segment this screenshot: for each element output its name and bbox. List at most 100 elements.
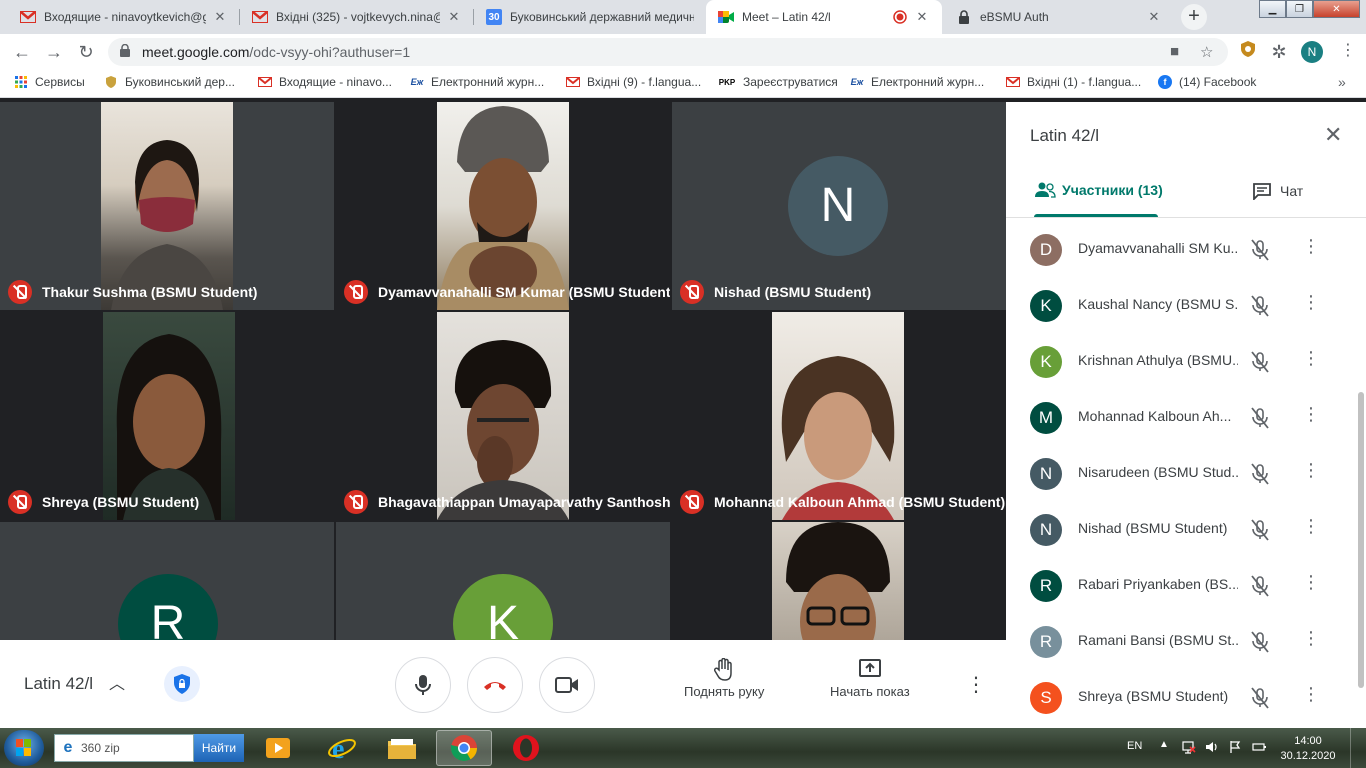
participant-tile[interactable]: Bhagavathiappan Umayaparvathy Santhosh .…	[336, 312, 670, 520]
participant-options-icon[interactable]: ⋮	[1302, 236, 1320, 256]
participant-tile[interactable]: Mohannad Kalboun Ahmad (BSMU Student)	[672, 312, 1006, 520]
chevron-up-icon[interactable]: ︿	[109, 670, 125, 694]
leave-call-button[interactable]	[467, 657, 523, 713]
system-clock[interactable]: 14:00 30.12.2020	[1278, 734, 1338, 764]
close-window-button[interactable]: ✕	[1313, 0, 1360, 18]
meeting-title[interactable]: Latin 42/l	[24, 674, 93, 694]
internet-explorer-app[interactable]: e	[314, 730, 370, 766]
mic-off-icon[interactable]	[1250, 238, 1270, 262]
participant-row[interactable]: N Nishad (BSMU Student) ⋮	[1006, 502, 1354, 558]
extensions-puzzle-icon[interactable]: ✲	[1267, 40, 1291, 64]
participant-row[interactable]: D Dyamavvanahalli SM Ku... ⋮	[1006, 222, 1354, 278]
camera-in-use-icon[interactable]: ■	[1170, 43, 1179, 60]
network-icon[interactable]	[1182, 740, 1196, 754]
close-panel-icon[interactable]: ✕	[1324, 122, 1342, 148]
lock-icon[interactable]	[120, 44, 130, 57]
close-tab-icon[interactable]: ✕	[446, 9, 462, 25]
participant-options-icon[interactable]: ⋮	[1302, 348, 1320, 368]
file-explorer-app[interactable]	[374, 730, 430, 766]
mic-off-icon[interactable]	[1250, 630, 1270, 654]
participant-row[interactable]: K Kaushal Nancy (BSMU S... ⋮	[1006, 278, 1354, 334]
tab-meet[interactable]: Meet – Latin 42/l ✕	[706, 0, 942, 34]
participant-row[interactable]: R Rabari Priyankaben (BS... ⋮	[1006, 558, 1354, 614]
participant-options-icon[interactable]: ⋮	[1302, 460, 1320, 480]
action-center-flag-icon[interactable]	[1228, 740, 1242, 754]
participant-options-icon[interactable]: ⋮	[1302, 292, 1320, 312]
participant-tile[interactable]: Dyamavvanahalli SM Kumar (BSMU Student)	[336, 102, 670, 310]
participant-tile[interactable]: R	[0, 522, 334, 640]
tab-participants[interactable]: Участники (13)	[1034, 182, 1163, 198]
microphone-toggle-button[interactable]	[395, 657, 451, 713]
show-desktop-button[interactable]	[1350, 728, 1366, 768]
bookmark-facebook[interactable]: f (14) Facebook	[1158, 75, 1256, 89]
participant-options-icon[interactable]: ⋮	[1302, 572, 1320, 592]
participant-options-icon[interactable]: ⋮	[1302, 404, 1320, 424]
more-options-icon[interactable]: ⋮	[966, 672, 986, 697]
opera-app[interactable]	[498, 730, 554, 766]
extension-shield-icon[interactable]	[1236, 40, 1260, 64]
mic-off-icon[interactable]	[1250, 518, 1270, 542]
participant-tile[interactable]: N Nishad (BSMU Student)	[672, 102, 1006, 310]
start-button[interactable]	[4, 730, 44, 766]
bookmark-services[interactable]: Сервисы	[14, 75, 85, 89]
profile-avatar[interactable]: N	[1301, 41, 1323, 63]
participant-tile[interactable]: Thakur Sushma (BSMU Student)	[0, 102, 334, 310]
bookmark-register[interactable]: PKP Зареєструватися	[718, 75, 838, 89]
more-bookmarks-icon[interactable]: »	[1338, 74, 1346, 90]
minimize-window-button[interactable]: ▁	[1259, 0, 1286, 18]
media-player-app[interactable]	[250, 730, 306, 766]
url-bar[interactable]: meet.google.com/odc-vsyy-ohi?authuser=1 …	[108, 38, 1228, 66]
close-tab-icon[interactable]: ✕	[212, 9, 228, 25]
tab-gmail-inbox-2[interactable]: Вхідні (325) - vojtkevych.nina@bsmu ✕	[240, 0, 474, 34]
bookmark-gmail-flanguage-2[interactable]: Вхідні (1) - f.langua...	[1006, 75, 1141, 89]
participant-row[interactable]: M Mohannad Kalboun Ah... ⋮	[1006, 390, 1354, 446]
participant-options-icon[interactable]: ⋮	[1302, 684, 1320, 704]
language-indicator[interactable]: EN	[1127, 740, 1142, 752]
camera-toggle-button[interactable]	[539, 657, 595, 713]
bookmark-electronic-journal-2[interactable]: Еж Електронний журн...	[850, 75, 985, 89]
tab-university-calendar[interactable]: 30 Буковинський державний медичний	[474, 0, 706, 34]
panel-scrollbar[interactable]	[1358, 392, 1364, 688]
host-controls-shield-icon[interactable]	[164, 666, 200, 702]
participant-tile[interactable]: K	[336, 522, 670, 640]
participant-tile[interactable]: Shreya (BSMU Student)	[0, 312, 334, 520]
mic-off-icon[interactable]	[1250, 406, 1270, 430]
bookmark-electronic-journal-1[interactable]: Еж Електронний журн...	[410, 75, 545, 89]
participant-options-icon[interactable]: ⋮	[1302, 516, 1320, 536]
power-icon[interactable]	[1252, 740, 1266, 754]
bookmark-star-icon[interactable]: ☆	[1200, 43, 1213, 61]
mic-off-icon[interactable]	[1250, 462, 1270, 486]
chrome-app[interactable]	[436, 730, 492, 766]
search-go-button[interactable]: Найти	[194, 734, 244, 762]
bookmark-gmail-inbox[interactable]: Входящие - ninavo...	[258, 75, 392, 89]
close-tab-icon[interactable]: ✕	[1146, 9, 1162, 25]
taskbar-search-input[interactable]: e 360 zip	[54, 734, 194, 762]
participant-row[interactable]: S Shreya (BSMU Student) ⋮	[1006, 670, 1354, 726]
mic-off-icon[interactable]	[1250, 350, 1270, 374]
close-tab-icon[interactable]: ✕	[914, 9, 930, 25]
participant-row[interactable]: R Ramani Bansi (BSMU St... ⋮	[1006, 614, 1354, 670]
new-tab-button[interactable]: +	[1181, 4, 1207, 30]
show-hidden-icons-icon[interactable]: ▲	[1159, 739, 1169, 750]
back-arrow-icon[interactable]: ←	[10, 40, 34, 64]
browser-menu-icon[interactable]: ⋮	[1340, 40, 1356, 60]
participant-options-icon[interactable]: ⋮	[1302, 628, 1320, 648]
restore-window-button[interactable]: ❐	[1286, 0, 1313, 18]
present-now-button[interactable]: Начать показ	[830, 658, 910, 699]
mic-off-icon[interactable]	[1250, 294, 1270, 318]
participant-tile[interactable]	[672, 522, 1006, 640]
volume-icon[interactable]	[1205, 740, 1219, 754]
bookmark-bukovinian-university[interactable]: Буковинський дер...	[104, 75, 235, 89]
tab-gmail-inbox-1[interactable]: Входящие - ninavoytkevich@gmail.com ✕	[8, 0, 240, 34]
tab-chat[interactable]: Чат	[1252, 182, 1303, 200]
mic-off-icon[interactable]	[1250, 574, 1270, 598]
ej-icon: Еж	[410, 77, 424, 87]
forward-arrow-icon[interactable]: →	[42, 40, 66, 64]
tab-ebsmu-auth[interactable]: eBSMU Auth ✕	[944, 0, 1174, 34]
raise-hand-button[interactable]: Поднять руку	[684, 657, 764, 699]
participant-row[interactable]: K Krishnan Athulya (BSMU... ⋮	[1006, 334, 1354, 390]
bookmark-gmail-flanguage-1[interactable]: Вхідні (9) - f.langua...	[566, 75, 701, 89]
participant-row[interactable]: N Nisarudeen (BSMU Stud... ⋮	[1006, 446, 1354, 502]
reload-icon[interactable]: ↻	[74, 40, 98, 64]
mic-off-icon[interactable]	[1250, 686, 1270, 710]
